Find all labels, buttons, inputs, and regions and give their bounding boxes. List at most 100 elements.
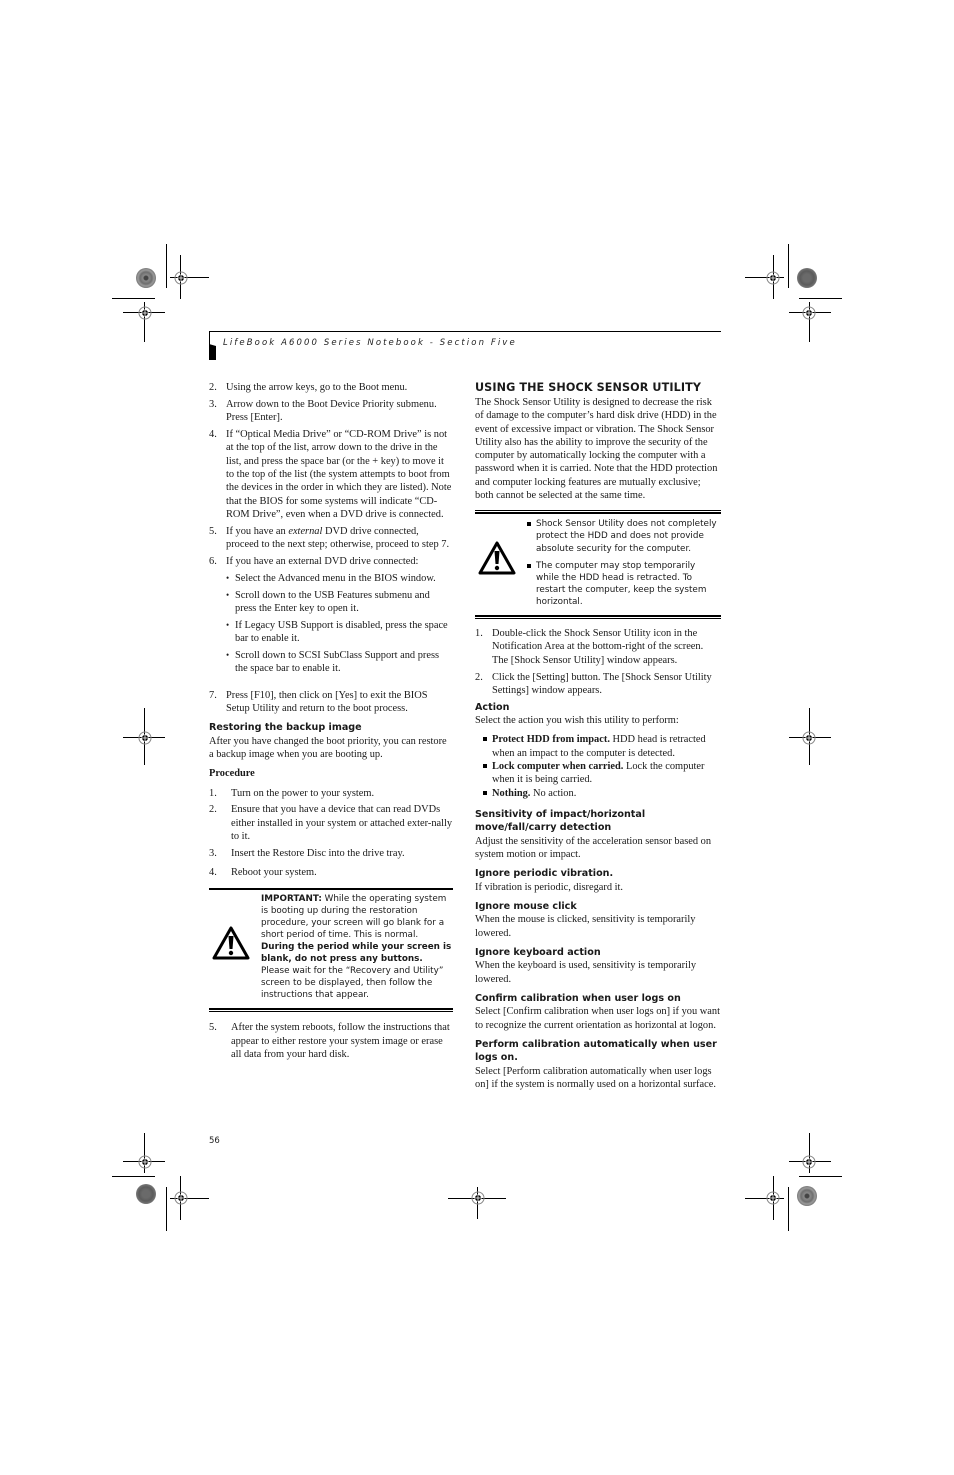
caution-list: Shock Sensor Utility does not completely…: [527, 518, 721, 608]
action-option: Protect HDD from impact. HDD head is ret…: [483, 733, 721, 760]
setting-heading: Ignore keyboard action: [475, 947, 601, 958]
caution-item: Shock Sensor Utility does not completely…: [527, 518, 721, 554]
step-number: 2.: [209, 804, 217, 816]
left-column: 2. Using the arrow keys, go to the Boot …: [209, 381, 453, 1065]
setting-block: Ignore periodic vibration. If vibration …: [475, 867, 721, 894]
setting-desc: Select [Confirm calibration when user lo…: [475, 1006, 720, 1031]
option-name: Nothing.: [492, 787, 531, 799]
bullet-item: Select the Advanced menu in the BIOS win…: [226, 572, 453, 586]
setting-desc: If vibration is periodic, disregard it.: [475, 881, 624, 893]
action-option: Nothing. No action.: [483, 787, 721, 800]
setting-desc: Select [Perform calibration automaticall…: [475, 1065, 716, 1091]
setting-block: Ignore mouse click When the mouse is cli…: [475, 900, 721, 940]
color-disc-icon: [797, 1186, 817, 1206]
step-number: 4.: [209, 867, 217, 879]
list-item: 7. Press [F10], then click on [Yes] to e…: [209, 689, 453, 716]
list-item: 5. After the system reboots, follow the …: [209, 1021, 453, 1061]
warning-triangle-icon: [478, 541, 516, 575]
list-item: 5. If you have an external DVD drive con…: [209, 525, 453, 552]
crop-line: [799, 1176, 842, 1177]
step-text: Double-click the Shock Sensor Utility ic…: [492, 628, 704, 666]
setting-block: Ignore keyboard action When the keyboard…: [475, 946, 721, 986]
important-emphasis: During the period while your screen is b…: [261, 941, 452, 965]
color-disc-icon: [136, 1184, 156, 1204]
step-number: 5.: [209, 525, 217, 537]
right-column: USING THE SHOCK SENSOR UTILITY The Shock…: [475, 381, 721, 1097]
step-number: 2.: [475, 671, 483, 683]
setting-heading: Sensitivity of impact/horizontal move/fa…: [475, 808, 646, 834]
step-text: Arrow down to the Boot Device Priority s…: [226, 398, 437, 424]
paragraph: Select the action you wish this utility …: [475, 715, 679, 727]
list-item: 1. Turn on the power to your system.: [209, 787, 453, 800]
step-number: 3.: [209, 847, 217, 859]
header-flag-icon: [209, 344, 216, 360]
registration-target-icon: [138, 306, 152, 320]
crop-line: [112, 1176, 155, 1177]
list-item: 4. Reboot your system.: [209, 866, 453, 879]
crop-line: [788, 244, 789, 288]
crop-line: [799, 298, 842, 299]
notice-bottom-rule: [475, 618, 721, 620]
important-notice: IMPORTANT: While the operating system is…: [209, 887, 453, 1009]
step-number: 6.: [209, 555, 217, 567]
list-item: 6. If you have an external DVD drive con…: [209, 555, 453, 568]
header-rule: [209, 331, 721, 332]
registration-target-icon: [471, 1191, 485, 1205]
setting-desc: When the mouse is clicked, sensitivity i…: [475, 914, 696, 939]
caution-item: The computer may stop temporarily while …: [527, 560, 721, 608]
step-text: If you have an: [226, 525, 289, 537]
paragraph: The Shock Sensor Utility is designed to …: [475, 397, 718, 502]
list-item: 3. Arrow down to the Boot Device Priorit…: [209, 398, 453, 425]
option-name: Protect HDD from impact.: [492, 734, 610, 746]
crop-line: [166, 1187, 167, 1231]
bullet-item: Scroll down to the USB Features submenu …: [226, 589, 453, 616]
notice-bottom-rule: [209, 1008, 453, 1011]
step-text: If you have an external DVD drive connec…: [226, 555, 419, 567]
registration-target-icon: [766, 271, 780, 285]
setting-desc: Adjust the sensitivity of the accelerati…: [475, 835, 712, 860]
page-title: USING THE SHOCK SENSOR UTILITY: [475, 381, 702, 394]
setting-heading: Confirm calibration when user logs on: [475, 993, 681, 1004]
section-heading: Action: [475, 701, 510, 713]
step-text-emphasis: external: [288, 525, 323, 537]
step-text: After the system reboots, follow the ins…: [231, 1022, 450, 1060]
caution-notice: Shock Sensor Utility does not completely…: [475, 510, 721, 615]
option-desc: No action.: [530, 787, 577, 799]
step-text: Reboot your system.: [231, 867, 317, 879]
list-item: 1. Double-click the Shock Sensor Utility…: [475, 627, 721, 667]
notice-bottom-rule: [209, 1011, 453, 1013]
important-body: Please wait for the “Recovery and Utilit…: [261, 966, 444, 1001]
setting-block: Confirm calibration when user logs on Se…: [475, 992, 721, 1032]
page-number: 56: [209, 1136, 220, 1146]
setting-block: Sensitivity of impact/horizontal move/fa…: [475, 808, 721, 861]
bullet-list: Select the Advanced menu in the BIOS win…: [226, 572, 453, 676]
step-number: 4.: [209, 429, 217, 441]
color-disc-icon: [136, 268, 156, 288]
registration-target-icon: [766, 1191, 780, 1205]
step-number: 5.: [209, 1022, 217, 1034]
running-header: LifeBook A6000 Series Notebook - Section…: [223, 338, 517, 348]
step-text: Using the arrow keys, go to the Boot men…: [226, 382, 408, 393]
step-text: If “Optical Media Drive” or “CD-ROM Driv…: [226, 429, 452, 520]
registration-target-icon: [138, 1155, 152, 1169]
option-name: Lock computer when carried.: [492, 761, 624, 772]
list-item: 2. Ensure that you have a device that ca…: [209, 803, 453, 843]
setting-heading: Perform calibration automatically when u…: [475, 1039, 717, 1064]
list-item: 2. Click the [Setting] button. The [Shoc…: [475, 671, 721, 698]
action-option: Lock computer when carried. Lock the com…: [483, 760, 721, 787]
bullet-item: If Legacy USB Support is disabled, press…: [226, 619, 453, 646]
crop-line: [788, 1187, 789, 1231]
registration-target-icon: [138, 731, 152, 745]
step-text: Insert the Restore Disc into the drive t…: [231, 847, 405, 859]
step-number: 7.: [209, 689, 217, 701]
paragraph: After you have changed the boot priority…: [209, 735, 447, 760]
list-item: 3. Insert the Restore Disc into the driv…: [209, 847, 453, 860]
bullet-item: Scroll down to SCSI SubClass Support and…: [226, 649, 453, 676]
color-disc-icon: [797, 268, 817, 288]
step-number: 2.: [209, 382, 217, 393]
list-item: 2. Using the arrow keys, go to the Boot …: [209, 381, 453, 394]
setting-desc: When the keyboard is used, sensitivity i…: [475, 960, 697, 985]
important-label: IMPORTANT:: [261, 893, 322, 904]
notice-bottom-rule: [475, 615, 721, 618]
step-text: Press [F10], then click on [Yes] to exit…: [226, 689, 428, 714]
